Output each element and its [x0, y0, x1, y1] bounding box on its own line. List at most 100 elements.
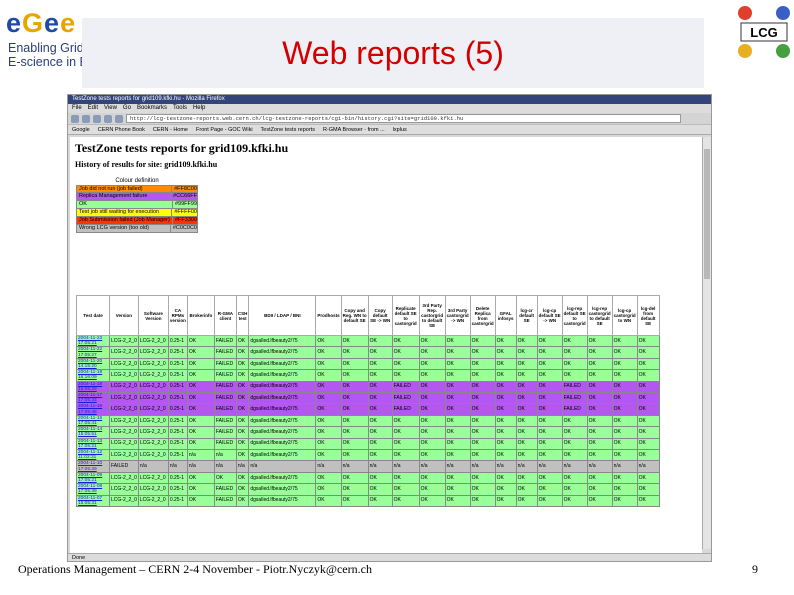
- table-cell: OK: [536, 334, 563, 348]
- table-cell: OK: [586, 471, 613, 485]
- table-cell: LCG-2_2_0: [137, 392, 169, 405]
- column-header: Copy and Reg. WN to default SE: [340, 295, 369, 336]
- table-cell: n/a: [340, 460, 369, 473]
- table-cell: n/a: [213, 449, 237, 462]
- bookmark-item[interactable]: CERN Phone Book: [98, 125, 145, 134]
- menu-edit[interactable]: Edit: [88, 104, 98, 113]
- table-cell: OK: [494, 426, 517, 439]
- test-date-link[interactable]: 2004-11-17 17:05:33: [76, 392, 110, 405]
- table-cell: OK: [494, 392, 517, 405]
- table-cell: OK: [494, 449, 517, 462]
- table-cell: dgsalled.lfbeauty2/75: [248, 426, 317, 439]
- table-cell: dgsalled.lfbeauty2/75: [248, 414, 317, 428]
- table-cell: OK: [586, 483, 613, 496]
- table-cell: OK: [186, 346, 215, 359]
- test-date-link[interactable]: 2004-11-16 17:05:48: [76, 403, 110, 416]
- bookmark-item[interactable]: CERN - Home: [153, 125, 188, 134]
- table-row: 2004-11-20 14:15:20 LCG-2_2_0 LCG-2_2_0 0.2…: [76, 357, 660, 371]
- menu-bookmarks[interactable]: Bookmarks: [137, 104, 167, 113]
- test-date-link[interactable]: 2004-11-13 17:05:21: [76, 437, 110, 451]
- table-cell: OK: [536, 380, 563, 394]
- table-cell: LCG-2_2_0: [137, 369, 169, 382]
- test-date-link[interactable]: 2004-11-19 16:16:09: [76, 369, 110, 382]
- table-cell: n/a: [391, 460, 420, 473]
- table-cell: 0.25-1: [167, 369, 188, 382]
- table-cell: n/a: [235, 460, 250, 473]
- table-cell: OK: [186, 334, 215, 348]
- table-cell: OK: [444, 369, 471, 382]
- bookmark-item[interactable]: Front Page - GOC Wiki: [196, 125, 253, 134]
- table-cell: OK: [391, 357, 420, 371]
- test-date-link[interactable]: 2004-11-15 17:05:41: [76, 414, 110, 428]
- test-date-link[interactable]: 2004-11-23 17:05:21: [76, 334, 110, 348]
- table-cell: OK: [367, 414, 393, 428]
- table-row: 2004-11-17 17:05:33 LCG-2_2_0 LCG-2_2_0 0.2…: [76, 392, 660, 405]
- table-cell: OK: [611, 380, 638, 394]
- column-header: Brokerinfo: [186, 295, 215, 336]
- test-date-link[interactable]: 2004-11-07 15:05:31: [76, 494, 110, 508]
- table-cell: OK: [235, 380, 250, 394]
- table-cell: 0.25-1: [167, 403, 188, 416]
- scrollbar-thumb[interactable]: [704, 149, 710, 279]
- table-cell: OK: [444, 414, 471, 428]
- menu-view[interactable]: View: [104, 104, 117, 113]
- table-cell: OK: [315, 392, 342, 405]
- table-cell: FAILED: [213, 483, 237, 496]
- menu-file[interactable]: File: [72, 104, 82, 113]
- test-date-link[interactable]: 2004-11-18 16:05:29: [76, 380, 110, 394]
- back-icon[interactable]: [71, 114, 79, 123]
- table-cell: OK: [418, 483, 446, 496]
- vertical-scrollbar[interactable]: [702, 137, 711, 549]
- table-cell: n/a: [137, 460, 169, 473]
- table-cell: OK: [340, 437, 369, 451]
- menu-help[interactable]: Help: [193, 104, 205, 113]
- table-cell: OK: [235, 471, 250, 485]
- table-cell: LCG-2_2_0: [109, 483, 139, 496]
- table-row: 2004-11-15 17:05:41 LCG-2_2_0 LCG-2_2_0 0.2…: [76, 414, 660, 428]
- table-cell: OK: [367, 380, 393, 394]
- bookmark-item[interactable]: lxplus: [393, 125, 407, 134]
- table-cell: n/a: [167, 460, 188, 473]
- table-cell: OK: [515, 483, 538, 496]
- table-cell: OK: [469, 471, 496, 485]
- reload-icon[interactable]: [93, 114, 101, 123]
- table-cell: OK: [536, 483, 563, 496]
- test-date-link[interactable]: 2004-11-22 17:05:27: [76, 346, 110, 359]
- test-date-link[interactable]: 2004-11-14 15:05:51: [76, 426, 110, 439]
- table-cell: OK: [367, 357, 393, 371]
- table-cell: LCG-2_2_0: [109, 494, 139, 508]
- table-cell: OK: [536, 426, 563, 439]
- url-input[interactable]: http://lcg-testzone-reports.web.cern.ch/…: [126, 114, 681, 123]
- table-cell: OK: [469, 346, 496, 359]
- test-date-link[interactable]: 2004-11-08 17:05:39: [76, 483, 110, 496]
- legend-hex: #FFFF00: [171, 209, 197, 216]
- table-cell: FAILED: [391, 392, 420, 405]
- column-header: Delete Replica from castorgrid: [469, 295, 496, 336]
- table-cell: n/a: [186, 449, 215, 462]
- bookmark-item[interactable]: Google: [72, 125, 90, 134]
- test-date-link[interactable]: 2004-11-12 11:02:31: [76, 449, 110, 462]
- forward-icon[interactable]: [82, 114, 90, 123]
- table-cell: OK: [235, 449, 250, 462]
- menu-go[interactable]: Go: [123, 104, 131, 113]
- table-cell: OK: [536, 403, 563, 416]
- menu-tools[interactable]: Tools: [173, 104, 187, 113]
- table-cell: FAILED: [213, 494, 237, 508]
- bookmark-item[interactable]: R-GMA Browser - from ...: [323, 125, 385, 134]
- test-date-link[interactable]: 2004-11-20 14:15:20: [76, 357, 110, 371]
- table-cell: OK: [636, 403, 660, 416]
- bookmark-item[interactable]: TestZone tests reports: [261, 125, 315, 134]
- table-cell: OK: [315, 483, 342, 496]
- table-cell: LCG-2_2_0: [137, 380, 169, 394]
- table-cell: LCG-2_2_0: [137, 437, 169, 451]
- test-date-link[interactable]: 2004-11-09 17:05:21: [76, 471, 110, 485]
- test-date-link[interactable]: 2004-11-10 17:05:29: [76, 460, 110, 473]
- table-cell: OK: [340, 483, 369, 496]
- stop-icon[interactable]: [104, 114, 112, 123]
- table-cell: LCG-2_2_0: [137, 494, 169, 508]
- table-cell: OK: [561, 357, 588, 371]
- home-icon[interactable]: [115, 114, 123, 123]
- table-cell: OK: [561, 346, 588, 359]
- table-cell: OK: [367, 426, 393, 439]
- lcg-logo-text: LCG: [750, 25, 777, 40]
